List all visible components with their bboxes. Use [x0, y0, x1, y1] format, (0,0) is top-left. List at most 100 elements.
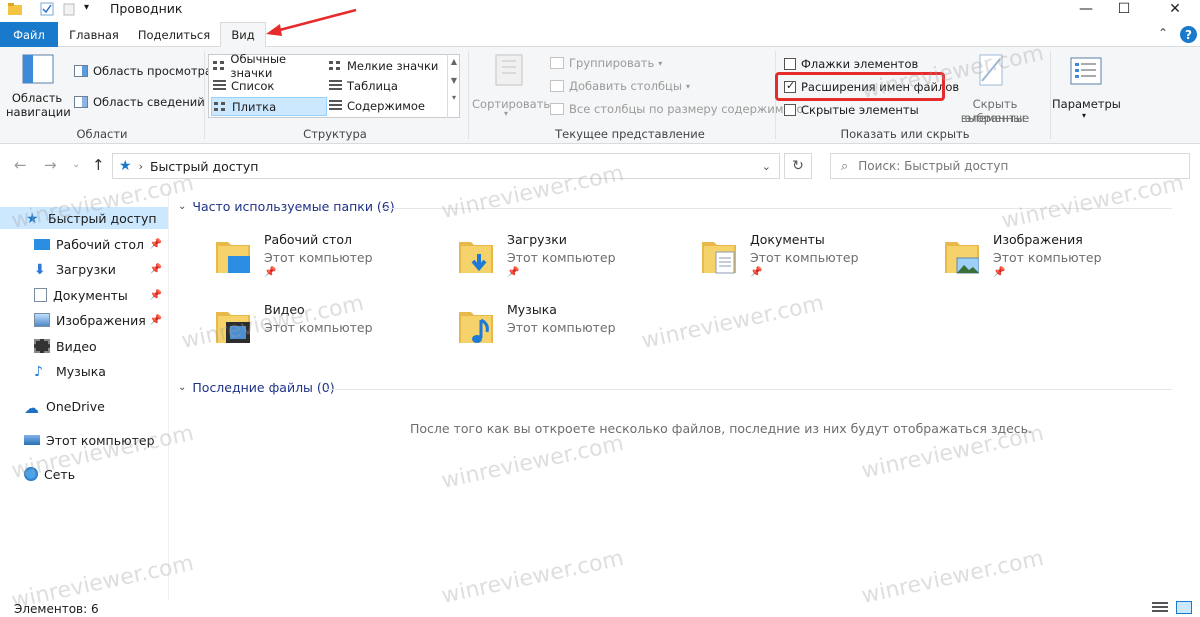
recent-files-header[interactable]: ⌄ Последние файлы (0)	[178, 380, 335, 395]
sidebar-item-pictures[interactable]: Изображения 📌	[0, 309, 168, 331]
sidebar-item-quick-access[interactable]: ★ Быстрый доступ	[0, 207, 168, 229]
sidebar-item-onedrive[interactable]: ☁ OneDrive	[0, 395, 168, 418]
hidden-items-checkbox[interactable]	[784, 104, 796, 116]
search-input[interactable]: ⌕ Поиск: Быстрый доступ	[830, 153, 1190, 179]
forward-arrow-icon[interactable]: →	[44, 156, 57, 174]
help-icon[interactable]: ?	[1180, 26, 1197, 43]
collapse-ribbon-icon[interactable]: ⌃	[1158, 26, 1168, 40]
pin-icon: 📌	[149, 263, 162, 275]
annotation-highlight	[775, 72, 945, 101]
sort-button[interactable]: Сортировать ▾	[472, 51, 550, 123]
folder-tile-desktop[interactable]: Рабочий стол Этот компьютер 📌	[216, 232, 446, 288]
refresh-button[interactable]: ↻	[784, 153, 812, 179]
sidebar-item-music[interactable]: ♪ Музыка	[0, 360, 168, 382]
title-bar: ▾ Проводник — ☐ ✕	[0, 0, 1200, 20]
desktop-folder-icon	[216, 242, 250, 273]
layout-scroll[interactable]: ▲ ▼ ▾	[447, 54, 460, 118]
close-button[interactable]: ✕	[1152, 0, 1198, 18]
layout-tiles[interactable]: Плитка	[211, 97, 327, 116]
layout-gallery: Обычные значки Мелкие значки Список Табл…	[208, 52, 460, 118]
status-bar: Элементов: 6	[0, 600, 1200, 617]
options-dropdown-icon: ▾	[1082, 111, 1087, 120]
large-icons-view-icon[interactable]	[1176, 601, 1192, 614]
sidebar-item-documents[interactable]: Документы 📌	[0, 284, 168, 306]
folder-tile-documents[interactable]: Документы Этот компьютер 📌	[702, 232, 932, 288]
tab-file[interactable]: Файл	[0, 22, 58, 47]
hide-selected-icon	[979, 54, 1003, 86]
hidden-items-toggle[interactable]: Скрытые элементы	[784, 103, 919, 117]
maximize-button[interactable]: ☐	[1101, 0, 1147, 18]
preview-pane-button[interactable]: Область просмотра	[74, 64, 212, 78]
folder-tile-videos[interactable]: Видео Этот компьютер	[216, 302, 446, 358]
sidebar-item-network[interactable]: Сеть	[0, 463, 168, 485]
breadcrumb-chevron-icon: ›	[138, 159, 143, 173]
add-columns-dropdown-icon: ▾	[685, 81, 690, 91]
ribbon-separator	[1050, 51, 1051, 139]
up-arrow-icon[interactable]: ↑	[92, 156, 105, 174]
pin-icon: 📌	[149, 314, 162, 326]
content-icon	[329, 100, 342, 112]
details-view-icon[interactable]	[1152, 602, 1168, 614]
group-by-icon	[550, 57, 564, 69]
group-by-button[interactable]: Группировать ▾	[550, 56, 662, 70]
folder-tile-downloads[interactable]: Загрузки Этот компьютер 📌	[459, 232, 689, 288]
group-by-dropdown-icon: ▾	[658, 58, 663, 68]
desktop-icon	[34, 238, 50, 250]
frequent-folders-header[interactable]: ⌄ Часто используемые папки (6)	[178, 199, 395, 214]
layout-details[interactable]: Таблица	[329, 77, 449, 95]
folder-app-icon	[8, 2, 22, 16]
recent-dropdown-icon[interactable]: ⌄	[72, 159, 80, 170]
sort-icon	[495, 54, 523, 86]
quick-access-dropdown-icon[interactable]: ▾	[84, 2, 98, 16]
back-arrow-icon[interactable]: ←	[14, 156, 27, 174]
tab-home[interactable]: Главная	[62, 22, 126, 47]
pictures-icon	[34, 313, 50, 327]
layout-small-icons[interactable]: Мелкие значки	[329, 57, 449, 75]
ribbon-separator	[468, 51, 469, 139]
preview-pane-icon	[74, 65, 88, 77]
window-title: Проводник	[110, 1, 183, 16]
expand-icon[interactable]: ▾	[448, 93, 460, 102]
breadcrumb-path[interactable]: Быстрый доступ	[150, 159, 259, 174]
options-icon	[1070, 57, 1102, 85]
network-icon	[24, 467, 38, 481]
sidebar-item-this-pc[interactable]: Этот компьютер	[0, 429, 168, 451]
address-row: ← → ⌄ ↑ ★ › Быстрый доступ ⌄ ↻ ⌕ Поиск: …	[0, 150, 1200, 182]
layout-content[interactable]: Содержимое	[329, 97, 449, 115]
sidebar-item-desktop[interactable]: Рабочий стол 📌	[0, 233, 168, 255]
navigation-pane-button[interactable]: Область навигации	[6, 51, 71, 123]
layout-list[interactable]: Список	[213, 77, 327, 95]
sidebar-item-downloads[interactable]: ⬇ Загрузки 📌	[0, 258, 168, 280]
layout-large-icons[interactable]: Обычные значки	[213, 52, 327, 80]
tab-share[interactable]: Поделиться	[134, 22, 214, 47]
hide-selected-button[interactable]: Скрыть выбранные элементы	[940, 51, 1050, 125]
star-icon: ★	[26, 211, 39, 227]
details-pane-button[interactable]: Область сведений	[74, 95, 205, 109]
options-button[interactable]: Параметры ▾	[1052, 51, 1121, 123]
show-hide-group-label: Показать или скрыть	[840, 127, 970, 141]
scroll-up-icon[interactable]: ▲	[448, 57, 460, 66]
add-columns-button[interactable]: Добавить столбцы ▾	[550, 79, 690, 93]
search-icon: ⌕	[841, 158, 849, 174]
address-dropdown-icon[interactable]: ⌄	[762, 160, 771, 173]
folder-tile-music[interactable]: Музыка Этот компьютер	[459, 302, 689, 358]
scroll-down-icon[interactable]: ▼	[448, 76, 460, 85]
search-placeholder: Поиск: Быстрый доступ	[858, 159, 1009, 173]
new-folder-icon[interactable]	[62, 2, 76, 16]
refresh-icon: ↻	[792, 158, 804, 174]
tab-view[interactable]: Вид	[220, 22, 266, 48]
navigation-pane-label: Область навигации	[6, 91, 71, 119]
hide-selected-label-2: элементы	[965, 111, 1025, 125]
size-columns-button[interactable]: Все столбцы по размеру содержимого	[550, 102, 804, 116]
item-checkboxes-toggle[interactable]: Флажки элементов	[784, 57, 918, 71]
pane-divider[interactable]	[168, 190, 169, 600]
download-icon: ⬇	[34, 262, 46, 278]
item-checkboxes-checkbox[interactable]	[784, 58, 796, 70]
small-icons-icon	[329, 60, 342, 72]
properties-icon[interactable]	[40, 2, 54, 16]
music-icon: ♪	[34, 364, 43, 380]
sidebar-item-videos[interactable]: Видео	[0, 335, 168, 357]
pictures-folder-icon	[945, 242, 979, 274]
folder-tile-pictures[interactable]: Изображения Этот компьютер 📌	[945, 232, 1175, 288]
address-bar[interactable]: ★ › Быстрый доступ ⌄	[112, 153, 780, 179]
